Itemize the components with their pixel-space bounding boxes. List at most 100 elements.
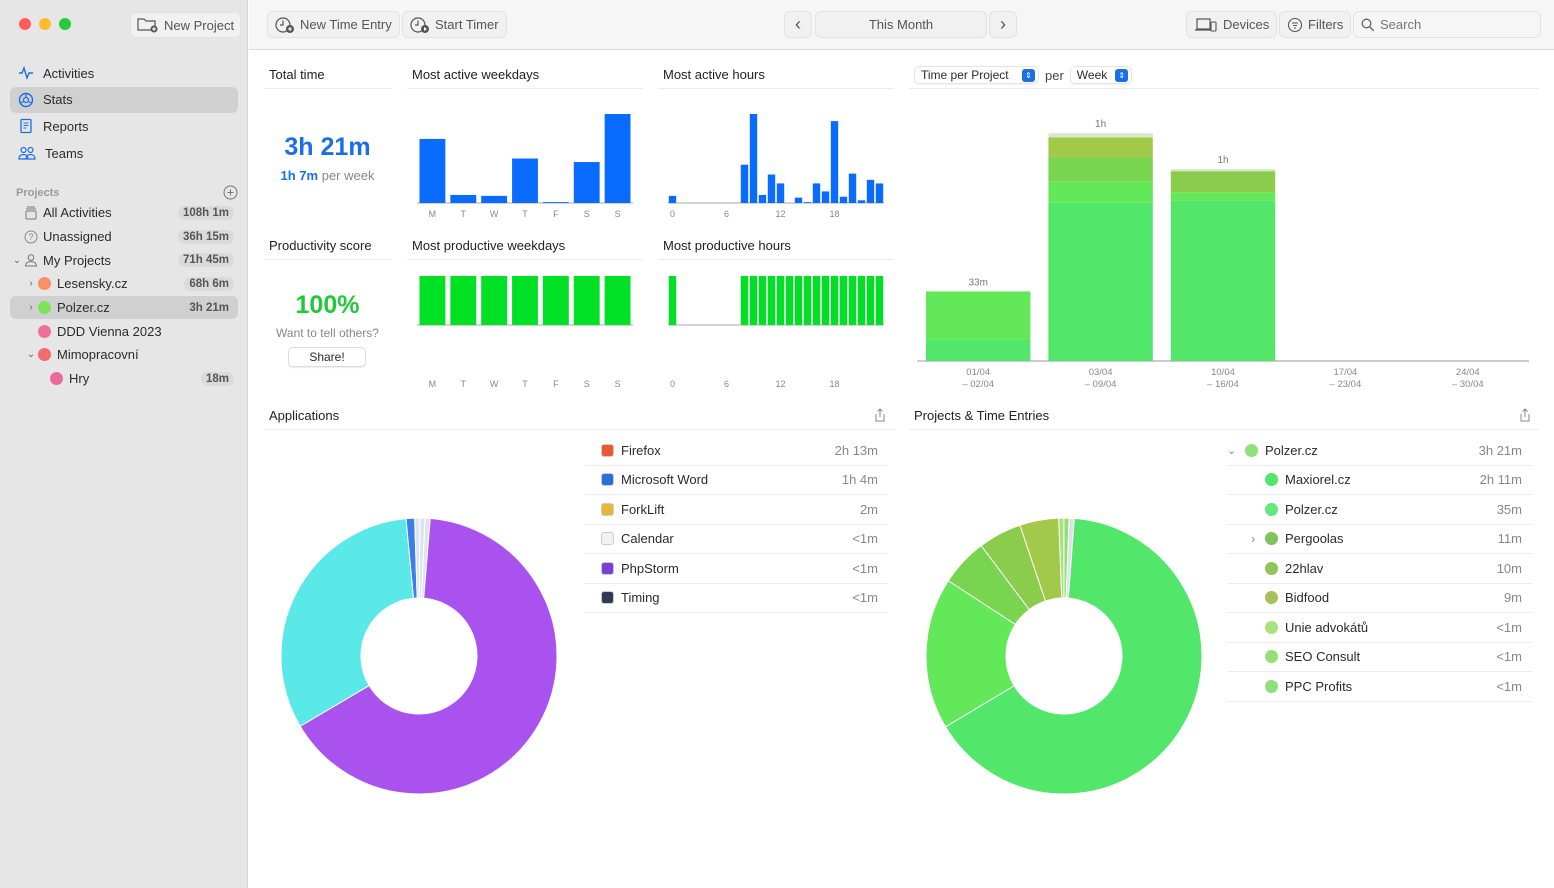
time-per-select[interactable]: Time per Project ⇕ xyxy=(914,66,1039,84)
application-row[interactable]: Firefox 2h 13m xyxy=(585,436,888,466)
project-entry-row[interactable]: › Pergoolas 11m xyxy=(1227,525,1532,554)
bar xyxy=(830,276,839,325)
sidebar-item-label: Stats xyxy=(43,92,73,108)
next-period-button[interactable]: › xyxy=(989,11,1017,38)
project-entry-row[interactable]: Maxiorel.cz 2h 11m xyxy=(1227,466,1532,495)
productivity-score-value: 100% xyxy=(295,291,360,319)
stacked-bar-segment xyxy=(1170,169,1276,172)
bar xyxy=(668,195,677,203)
per-label: per xyxy=(1045,67,1064,83)
minimize-window-button[interactable] xyxy=(39,18,51,30)
divider xyxy=(658,88,894,89)
project-entry-time: <1m xyxy=(1496,619,1522,635)
project-entry-time: 10m xyxy=(1496,560,1522,576)
project-entry-row[interactable]: SEO Consult <1m xyxy=(1227,643,1532,672)
bar xyxy=(812,276,821,325)
project-ddd-vienna[interactable]: DDD Vienna 2023 xyxy=(10,319,238,343)
project-entry-time: 9m xyxy=(1503,590,1522,606)
close-window-button[interactable] xyxy=(19,18,31,30)
project-entry-name: Bidfood xyxy=(1285,590,1330,606)
x-tick-label: – 16/04 xyxy=(1207,379,1239,390)
project-color-dot xyxy=(1265,679,1278,693)
application-row[interactable]: PhpStorm <1m xyxy=(585,554,888,584)
app-window: New Project Activities Stats Reports Tea… xyxy=(0,0,1554,888)
productivity-score-title: Productivity score xyxy=(269,238,372,253)
application-row[interactable]: Calendar <1m xyxy=(585,525,888,554)
stacked-bar-segment xyxy=(1048,181,1153,203)
sidebar-item-reports[interactable]: Reports xyxy=(10,113,238,139)
period-selector[interactable]: This Month xyxy=(815,11,987,38)
period-select[interactable]: Week ⇕ xyxy=(1069,66,1133,84)
bar xyxy=(419,276,446,325)
add-project-icon[interactable] xyxy=(223,185,238,200)
report-icon xyxy=(20,119,32,134)
previous-period-button[interactable]: ‹ xyxy=(784,11,812,38)
total-time-value: 3h 21m xyxy=(284,133,371,161)
firefox-icon xyxy=(601,443,614,457)
chevron-down-icon[interactable]: ⌄ xyxy=(24,349,38,360)
project-lesensky[interactable]: › Lesensky.cz 68h 6m xyxy=(10,272,238,296)
project-entry-row[interactable]: ⌄ Polzer.cz 3h 21m xyxy=(1227,436,1532,466)
filters-button[interactable]: Filters xyxy=(1279,11,1352,38)
chevron-right-icon[interactable]: › xyxy=(24,278,38,289)
project-all-activities[interactable]: All Activities 108h 1m xyxy=(10,201,238,225)
project-hry[interactable]: Hry 18m xyxy=(10,367,238,391)
project-entry-row[interactable]: Polzer.cz 35m xyxy=(1227,495,1532,525)
bar-value-label: 33m xyxy=(968,277,987,288)
bar xyxy=(604,114,631,203)
application-row[interactable]: Microsoft Word 1h 4m xyxy=(585,466,888,495)
new-project-button[interactable]: New Project xyxy=(130,12,242,38)
divider xyxy=(264,88,391,89)
bar xyxy=(542,202,569,203)
per-week-value: 1h 7m xyxy=(280,168,319,183)
start-timer-button[interactable]: Start Timer xyxy=(402,11,507,38)
bar xyxy=(875,276,884,325)
project-entry-time: 2h 11m xyxy=(1479,472,1522,488)
share-icon[interactable] xyxy=(1519,408,1531,422)
search-input[interactable] xyxy=(1380,17,1530,32)
x-tick-label: – 30/04 xyxy=(1452,379,1484,390)
application-row[interactable]: ForkLift 2m xyxy=(585,495,888,525)
tick-label: F xyxy=(553,379,559,389)
chevron-right-icon[interactable]: › xyxy=(24,302,38,313)
project-entry-name: Maxiorel.cz xyxy=(1285,472,1351,488)
bar xyxy=(604,276,631,325)
search-icon xyxy=(1361,18,1375,31)
share-button[interactable]: Share! xyxy=(288,347,366,367)
application-row[interactable]: Timing <1m xyxy=(585,584,888,613)
projects-header: Projects xyxy=(16,185,238,200)
zoom-window-button[interactable] xyxy=(59,18,71,30)
bar xyxy=(450,194,477,203)
project-polzer[interactable]: › Polzer.cz 3h 21m xyxy=(10,295,238,320)
sidebar-item-teams[interactable]: Teams xyxy=(10,140,238,166)
per-week-summary: 1h 7m per week xyxy=(264,168,391,183)
project-entry-row[interactable]: PPC Profits <1m xyxy=(1227,672,1532,702)
chevron-down-icon[interactable]: ⌄ xyxy=(10,255,24,266)
bar xyxy=(419,138,446,203)
application-name: Timing xyxy=(621,590,660,606)
project-mimopracovni[interactable]: ⌄ Mimopracovní xyxy=(10,343,238,367)
application-time: <1m xyxy=(852,531,878,547)
bar xyxy=(512,276,538,325)
application-name: Firefox xyxy=(621,442,661,458)
project-entry-row[interactable]: Bidfood 9m xyxy=(1227,584,1532,613)
stacked-bar-segment xyxy=(926,339,1031,361)
donut-slice xyxy=(280,518,415,727)
project-color-dot xyxy=(38,348,51,362)
project-name: DDD Vienna 2023 xyxy=(57,323,162,339)
new-time-entry-button[interactable]: New Time Entry xyxy=(267,11,400,38)
sidebar-item-activities[interactable]: Activities xyxy=(10,60,238,86)
tick-label: S xyxy=(584,209,590,219)
project-entry-row[interactable]: Unie advokátů <1m xyxy=(1227,613,1532,643)
project-my-projects[interactable]: ⌄ My Projects 71h 45m xyxy=(10,248,238,272)
chevron-right-icon[interactable]: › xyxy=(1251,531,1255,546)
total-time-title: Total time xyxy=(269,67,325,82)
project-color-dot xyxy=(1265,650,1278,664)
search-field[interactable] xyxy=(1353,11,1541,38)
devices-button[interactable]: Devices xyxy=(1186,11,1278,38)
sidebar-item-stats[interactable]: Stats xyxy=(10,86,238,113)
chevron-down-icon[interactable]: ⌄ xyxy=(1227,444,1236,457)
project-unassigned[interactable]: ? Unassigned 36h 15m xyxy=(10,225,238,249)
share-icon[interactable] xyxy=(874,408,886,422)
project-entry-row[interactable]: 22hlav 10m xyxy=(1227,554,1532,584)
